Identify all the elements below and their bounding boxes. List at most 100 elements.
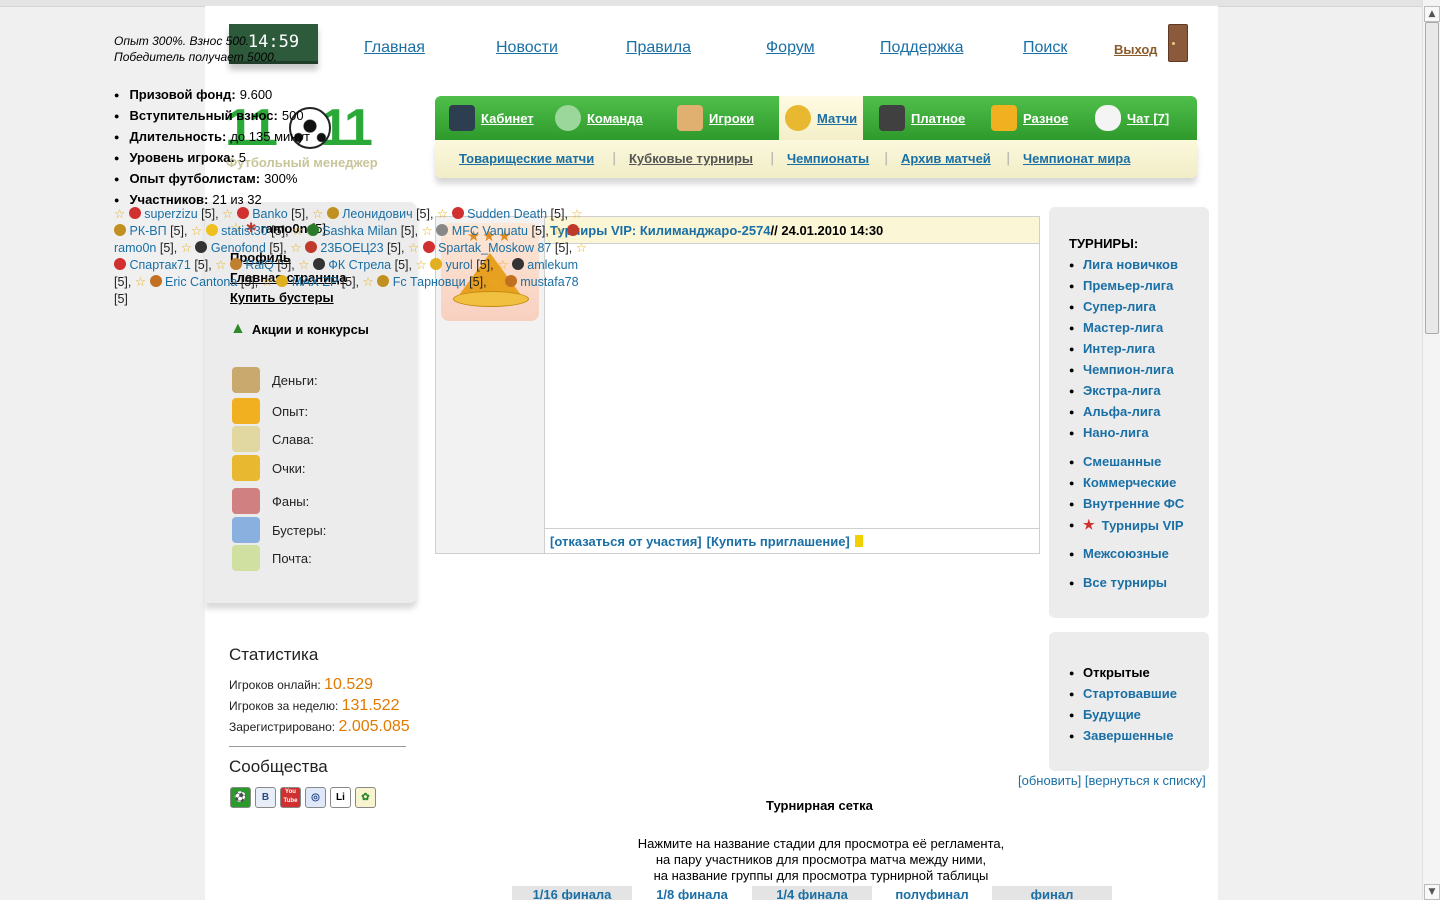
participant-link[interactable]: Genofond	[211, 241, 266, 255]
nav-chat[interactable]: Чат [7]	[1095, 96, 1169, 140]
tournament-type-item[interactable]: ● Нано-лига	[1069, 425, 1149, 440]
tournament-type-item[interactable]: ● Все турниры	[1069, 575, 1167, 590]
tournament-type-link[interactable]: Экстра-лига	[1083, 383, 1161, 398]
scroll-up-icon[interactable]: ▲	[1424, 6, 1440, 22]
participant-link[interactable]: Sudden Death	[467, 207, 547, 221]
nav-misc[interactable]: Разное	[991, 96, 1068, 140]
refresh-link[interactable]: [обновить]	[1018, 773, 1081, 788]
subnav-world-cup[interactable]: Чемпионат мира	[1023, 151, 1130, 166]
community-myworld-icon[interactable]: ✿	[355, 787, 376, 808]
top-link-search[interactable]: Поиск	[1023, 39, 1067, 57]
participant-link[interactable]: superzizu	[144, 207, 198, 221]
subnav-cup[interactable]: Кубковые турниры	[629, 151, 753, 166]
nav-players[interactable]: Игроки	[677, 96, 754, 140]
top-link-support[interactable]: Поддержка	[880, 39, 963, 57]
promo-link[interactable]: Акции и конкурсы	[252, 322, 369, 337]
tournament-type-link[interactable]: Премьер-лига	[1083, 278, 1173, 293]
tournament-type-link[interactable]: Коммерческие	[1083, 475, 1176, 490]
participant-link[interactable]: ramo0n	[114, 241, 156, 255]
cheese-icon	[232, 398, 260, 424]
vip-star-icon: ★	[1083, 517, 1095, 532]
participant-link[interactable]: Леонидович	[342, 207, 412, 221]
scroll-thumb[interactable]	[1425, 22, 1439, 334]
subnav-friendly[interactable]: Товарищеские матчи	[459, 151, 594, 166]
participant-link[interactable]: Fc Тарновци	[393, 275, 466, 289]
tournament-type-item[interactable]: ● Экстра-лига	[1069, 383, 1161, 398]
nav-paid[interactable]: Платное	[879, 96, 965, 140]
scroll-down-icon[interactable]: ▼	[1424, 884, 1440, 900]
stage-quarterfinal[interactable]: 1/4 финала	[752, 886, 872, 900]
tournament-type-link[interactable]: Супер-лига	[1083, 299, 1156, 314]
nav-cabinet[interactable]: Кабинет	[449, 96, 534, 140]
participant-link[interactable]: RaiQ	[245, 258, 273, 272]
top-link-rules[interactable]: Правила	[626, 39, 691, 57]
stage-final[interactable]: финал	[992, 886, 1112, 900]
tournament-type-item[interactable]: ● Супер-лига	[1069, 299, 1156, 314]
status-started[interactable]: ● Стартовавшие	[1069, 686, 1177, 701]
participant-link[interactable]: 23БОЕЦ23	[320, 241, 383, 255]
community-vk-icon[interactable]: B	[255, 787, 276, 808]
door-icon[interactable]	[1168, 24, 1188, 62]
participant-link[interactable]: РК-ВП	[129, 224, 166, 238]
club-emblem-icon	[326, 207, 339, 219]
tournament-type-item[interactable]: ● Альфа-лига	[1069, 404, 1160, 419]
tournament-type-link[interactable]: Внутренние ФС	[1083, 496, 1184, 511]
participant-link[interactable]: yurol	[446, 258, 473, 272]
tournament-type-item[interactable]: ● Мастер-лига	[1069, 320, 1163, 335]
participant-link[interactable]: Eric Cantona	[165, 275, 237, 289]
tournament-type-item[interactable]: ● Интер-лига	[1069, 341, 1155, 356]
exit-link[interactable]: Выход	[1114, 42, 1157, 57]
stage-round-of-32[interactable]: 1/16 финала	[512, 886, 632, 900]
back-to-list-link[interactable]: [вернуться к списку]	[1085, 773, 1206, 788]
tournament-type-item[interactable]: ● Чемпион-лига	[1069, 362, 1174, 377]
top-link-news[interactable]: Новости	[496, 39, 558, 57]
tournament-type-link[interactable]: Турниры VIP	[1102, 518, 1184, 533]
participant-link[interactable]: Sashka Milan	[322, 224, 397, 238]
participant-link[interactable]: statist30	[221, 224, 268, 238]
tournament-type-item[interactable]: ● Коммерческие	[1069, 475, 1176, 490]
participant-link[interactable]: MFC Vanuatu	[452, 224, 528, 238]
participant-link[interactable]: amlekum	[527, 258, 578, 272]
tournament-type-item[interactable]: ● Межсоюзные	[1069, 546, 1169, 561]
nav-matches[interactable]: Матчи	[779, 96, 864, 140]
community-odnoklassniki-icon[interactable]: ◎	[305, 787, 326, 808]
participant-link[interactable]: MAX ZP	[292, 275, 338, 289]
promo-item[interactable]: ▲ Акции и конкурсы	[230, 320, 369, 338]
participant-link[interactable]: Спартак71	[129, 258, 190, 272]
buy-invite-link[interactable]: [Купить приглашение]	[707, 534, 850, 549]
tournament-type-item[interactable]: ● ★ Турниры VIP	[1069, 517, 1184, 533]
top-link-home[interactable]: Главная	[364, 39, 425, 57]
tournament-type-link[interactable]: Все турниры	[1083, 575, 1167, 590]
tournament-type-link[interactable]: Нано-лига	[1083, 425, 1149, 440]
tournament-type-link[interactable]: Мастер-лига	[1083, 320, 1163, 335]
community-liveinternet-icon[interactable]: Li	[330, 787, 351, 808]
tournament-type-link[interactable]: Межсоюзные	[1083, 546, 1169, 561]
vertical-scrollbar[interactable]: ▲ ▼	[1422, 0, 1440, 900]
stage-semifinal[interactable]: полуфинал	[872, 886, 992, 900]
tournament-type-item[interactable]: ● Смешанные	[1069, 454, 1161, 469]
club-emblem-icon	[377, 275, 390, 287]
participant-link[interactable]: mustafa78	[520, 275, 578, 289]
top-link-forum[interactable]: Форум	[766, 39, 815, 57]
community-soccer-icon[interactable]: ⚽	[230, 787, 251, 808]
status-future[interactable]: ● Будущие	[1069, 707, 1141, 722]
status-finished[interactable]: ● Завершенные	[1069, 728, 1173, 743]
tournament-type-link[interactable]: Смешанные	[1083, 454, 1161, 469]
subnav-archive[interactable]: Архив матчей	[901, 151, 991, 166]
tournament-type-item[interactable]: ● Лига новичков	[1069, 257, 1178, 272]
tournament-type-item[interactable]: ● Внутренние ФС	[1069, 496, 1184, 511]
tournament-type-link[interactable]: Лига новичков	[1083, 257, 1178, 272]
community-youtube-icon[interactable]: You Tube	[280, 787, 301, 808]
tournament-type-link[interactable]: Альфа-лига	[1083, 404, 1160, 419]
bracket-stages: 1/16 финала 1/8 финала 1/4 финала полуфи…	[512, 886, 1112, 900]
stage-round-of-16[interactable]: 1/8 финала	[632, 886, 752, 900]
tournament-type-link[interactable]: Чемпион-лига	[1083, 362, 1174, 377]
subnav-championships[interactable]: Чемпионаты	[787, 151, 869, 166]
tournament-type-link[interactable]: Интер-лига	[1083, 341, 1155, 356]
participant-link[interactable]: Spartak_Moskow 87	[438, 241, 551, 255]
tournament-type-item[interactable]: ● Премьер-лига	[1069, 278, 1173, 293]
decline-link[interactable]: [отказаться от участия]	[550, 534, 702, 549]
participant-link[interactable]: ФК Стрела	[328, 258, 391, 272]
participant-link[interactable]: Banko	[252, 207, 287, 221]
nav-team[interactable]: Команда	[555, 96, 643, 140]
